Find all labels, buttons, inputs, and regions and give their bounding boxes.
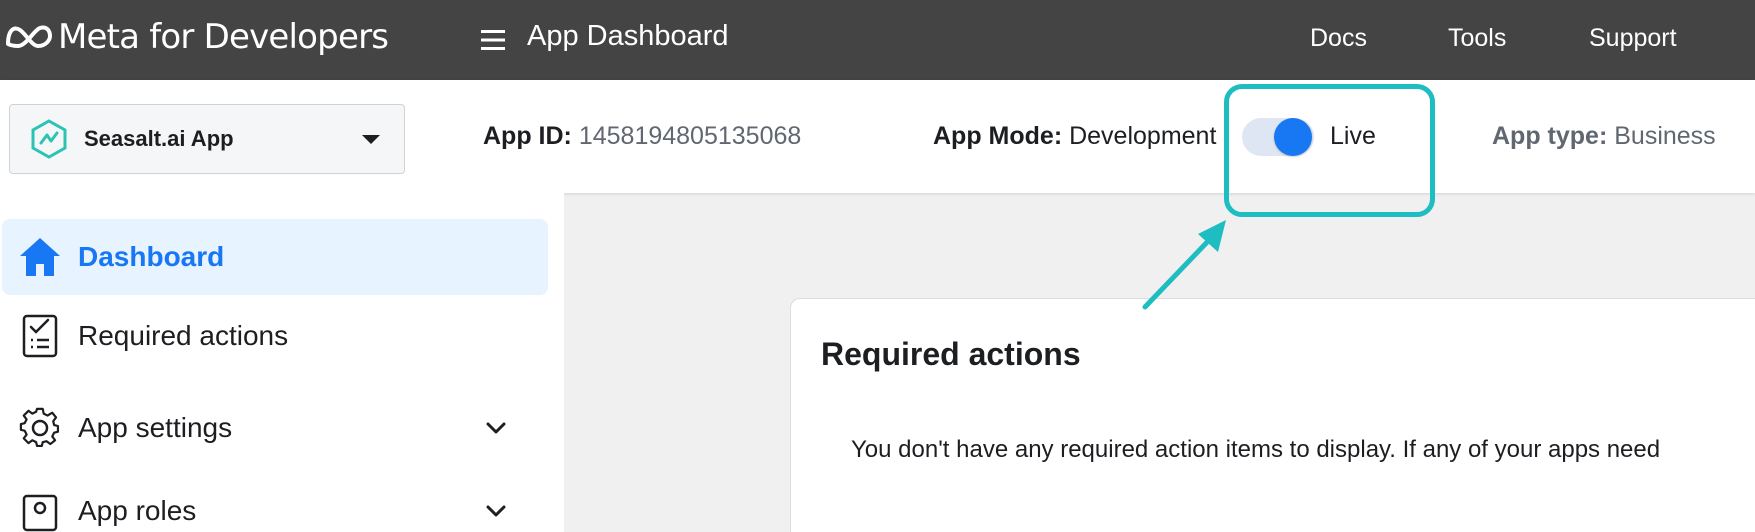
id-badge-icon [16,487,64,532]
app-id-info: App ID: 1458194805135068 [483,122,801,151]
top-navigation-bar: Meta for Developers App Dashboard Docs T… [0,0,1755,80]
chevron-down-icon[interactable] [480,499,512,523]
app-id-label: App ID: [483,122,572,150]
page-title: App Dashboard [527,20,729,52]
app-info-bar: Seasalt.ai App App ID: 1458194805135068 … [0,80,1755,193]
checklist-icon [16,312,64,360]
sidebar-item-required-actions[interactable]: Required actions [2,298,548,374]
sidebar-item-label: Required actions [78,320,289,351]
chevron-down-icon[interactable] [480,416,512,440]
sidebar-item-label: App settings [78,412,233,443]
sidebar: Dashboard Required actions App settings [0,193,564,532]
app-mode-toggle[interactable] [1242,118,1314,156]
hamburger-icon [481,30,505,50]
card-title: Required actions [821,336,1081,372]
sidebar-item-app-roles[interactable]: App roles [2,473,548,532]
app-type-value: Business [1614,122,1716,150]
app-type-info: App type: Business [1492,122,1716,151]
sidebar-item-app-settings[interactable]: App settings [2,390,548,466]
hamburger-menu-button[interactable] [478,22,508,58]
sidebar-item-dashboard[interactable]: Dashboard [2,219,548,295]
app-type-label: App type: [1492,122,1608,150]
gear-icon [16,404,64,452]
toggle-knob [1274,118,1312,156]
seasalt-logo-icon [31,119,67,159]
sidebar-item-label: Dashboard [78,241,225,272]
card-message: You don't have any required action items… [851,436,1661,463]
caret-down-icon [362,135,380,144]
nav-docs-link[interactable]: Docs [1310,24,1367,53]
home-icon [16,233,64,281]
meta-logo-icon [6,25,52,48]
app-mode-info: App Mode: Development [933,122,1216,151]
nav-tools-link[interactable]: Tools [1448,24,1506,53]
nav-support-link[interactable]: Support [1589,24,1677,53]
live-mode-label: Live [1330,122,1376,150]
selected-app-name: Seasalt.ai App [84,126,234,151]
app-mode-label: App Mode: [933,122,1063,150]
app-id-value: 1458194805135068 [578,122,802,150]
brand-name: Meta for Developers [58,17,389,57]
sidebar-item-label: App roles [78,495,197,526]
meta-for-developers-logo[interactable]: Meta for Developers [4,12,389,62]
app-selector-dropdown[interactable]: Seasalt.ai App [9,104,405,174]
required-actions-card: Required actions You don't have any requ… [790,298,1755,532]
app-mode-value: Development [1069,122,1217,150]
